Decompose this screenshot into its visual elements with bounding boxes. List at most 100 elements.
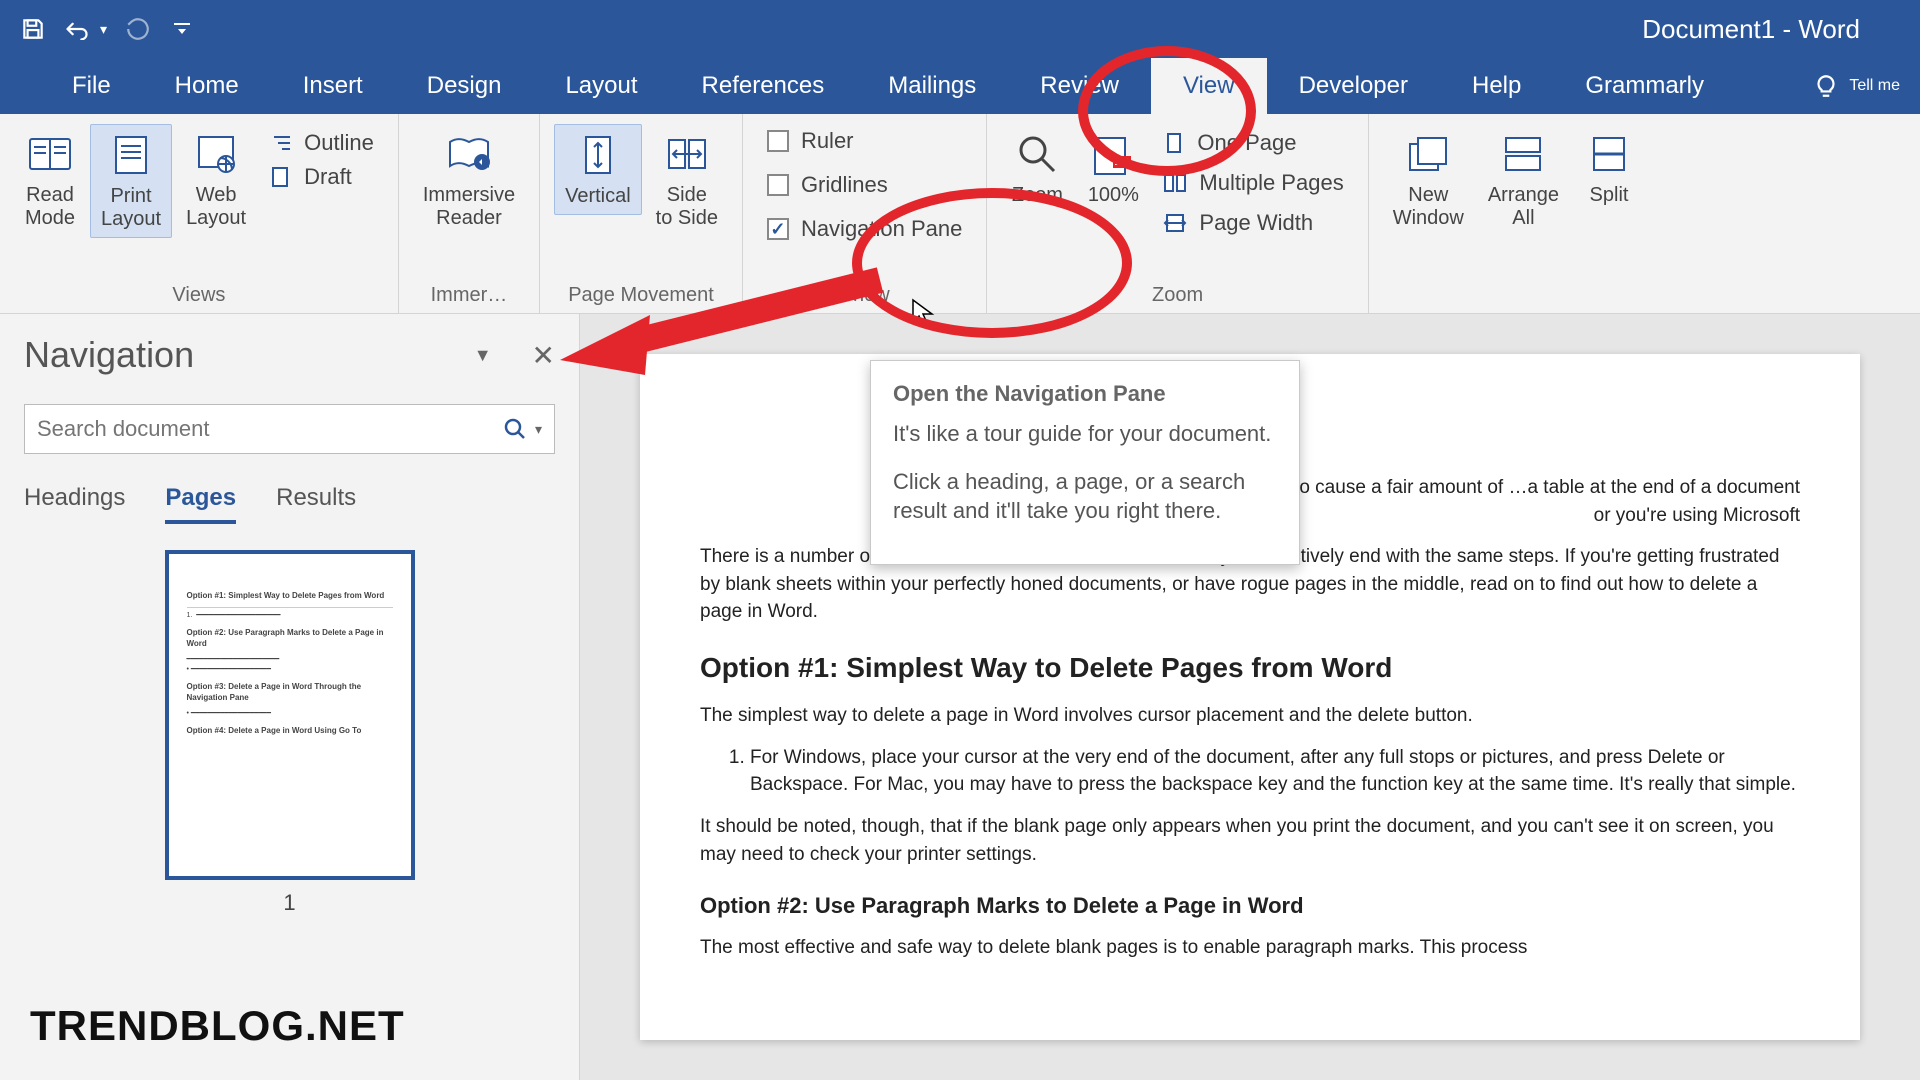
new-window-icon [1404, 130, 1452, 178]
arrange-all-icon [1499, 130, 1547, 178]
redo-icon[interactable] [125, 16, 151, 42]
zoom-button[interactable]: Zoom [1001, 124, 1073, 213]
print-layout-label: PrintLayout [101, 185, 161, 231]
ribbon: ReadMode PrintLayout WebLayout Outline D… [0, 114, 1920, 314]
one-page-label: One Page [1197, 130, 1296, 156]
new-window-button[interactable]: NewWindow [1383, 124, 1474, 236]
multiple-pages-icon [1163, 172, 1187, 194]
lightbulb-icon [1813, 73, 1839, 99]
read-mode-button[interactable]: ReadMode [14, 124, 86, 236]
group-page-movement-label: Page Movement [554, 278, 728, 307]
nav-tab-results[interactable]: Results [276, 484, 356, 524]
side-to-side-label: Sideto Side [656, 184, 718, 230]
tab-file[interactable]: File [40, 58, 143, 114]
group-views-label: Views [14, 278, 384, 307]
search-input[interactable] [37, 416, 503, 442]
tab-help[interactable]: Help [1440, 58, 1553, 114]
split-button[interactable]: Split [1573, 124, 1645, 213]
ruler-check-icon [767, 130, 789, 152]
page-thumbnail[interactable]: Option #1: Simplest Way to Delete Pages … [165, 550, 415, 880]
doc-paragraph: It should be noted, though, that if the … [700, 813, 1800, 868]
new-window-label: NewWindow [1393, 184, 1464, 230]
navigation-pane-check-icon [767, 218, 789, 240]
save-icon[interactable] [20, 16, 46, 42]
tooltip-line: Click a heading, a page, or a search res… [893, 467, 1277, 526]
draft-button[interactable]: Draft [270, 164, 374, 190]
tab-grammarly[interactable]: Grammarly [1553, 58, 1736, 114]
undo-dropdown-icon[interactable]: ▾ [100, 21, 107, 38]
draft-icon [270, 166, 292, 188]
print-layout-button[interactable]: PrintLayout [90, 124, 172, 238]
web-layout-label: WebLayout [186, 184, 246, 230]
one-page-icon [1163, 132, 1185, 154]
nav-close-icon[interactable]: ✕ [532, 339, 555, 372]
undo-icon[interactable] [64, 16, 90, 42]
tab-view[interactable]: View [1151, 58, 1267, 114]
search-dropdown-icon[interactable]: ▾ [535, 421, 542, 438]
ribbon-tabs: File Home Insert Design Layout Reference… [0, 58, 1920, 114]
tell-me[interactable]: Tell me [1813, 58, 1920, 114]
doc-paragraph: The most effective and safe way to delet… [700, 934, 1800, 962]
tab-references[interactable]: References [670, 58, 857, 114]
gridlines-checkbox[interactable]: Gridlines [767, 172, 962, 198]
tab-home[interactable]: Home [143, 58, 271, 114]
title-bar: ▾ Document1 - Word [0, 0, 1920, 58]
tab-design[interactable]: Design [395, 58, 534, 114]
side-to-side-button[interactable]: Sideto Side [646, 124, 728, 236]
navigation-pane: Navigation ▼ ✕ ▾ Headings Pages Results … [0, 314, 580, 1080]
search-icon[interactable] [503, 417, 527, 441]
group-views: ReadMode PrintLayout WebLayout Outline D… [0, 114, 399, 313]
doc-list-item: For Windows, place your cursor at the ve… [750, 744, 1800, 799]
immersive-reader-button[interactable]: ImmersiveReader [413, 124, 525, 236]
nav-tab-pages[interactable]: Pages [165, 484, 236, 524]
one-page-button[interactable]: One Page [1163, 130, 1343, 156]
tab-developer[interactable]: Developer [1267, 58, 1440, 114]
outline-label: Outline [304, 130, 374, 156]
zoom-100-button[interactable]: 100 100% [1077, 124, 1149, 213]
page-width-button[interactable]: Page Width [1163, 210, 1343, 236]
ruler-label: Ruler [801, 128, 854, 154]
zoom-100-icon: 100 [1089, 130, 1137, 178]
tooltip-line: It's like a tour guide for your document… [893, 419, 1277, 449]
gridlines-label: Gridlines [801, 172, 888, 198]
nav-tab-headings[interactable]: Headings [24, 484, 125, 524]
tab-insert[interactable]: Insert [271, 58, 395, 114]
nav-dropdown-icon[interactable]: ▼ [474, 345, 492, 366]
navigation-pane-label: Navigation Pane [801, 216, 962, 242]
customize-qat-icon[interactable] [169, 16, 195, 42]
navigation-pane-checkbox[interactable]: Navigation Pane [767, 216, 962, 242]
web-layout-button[interactable]: WebLayout [176, 124, 256, 236]
vertical-icon [574, 131, 622, 179]
group-show-label: Show [757, 278, 972, 307]
page-width-label: Page Width [1199, 210, 1313, 236]
doc-paragraph: The simplest way to delete a page in Wor… [700, 702, 1800, 730]
outline-icon [270, 132, 292, 154]
split-label: Split [1590, 184, 1629, 207]
arrange-all-label: ArrangeAll [1488, 184, 1559, 230]
group-window-label [1383, 301, 1645, 307]
group-zoom-label: Zoom [1001, 278, 1353, 307]
tab-mailings[interactable]: Mailings [856, 58, 1008, 114]
window-title: Document1 - Word [1642, 14, 1860, 45]
doc-heading: Option #1: Simplest Way to Delete Pages … [700, 648, 1800, 689]
vertical-button[interactable]: Vertical [554, 124, 642, 215]
web-layout-icon [192, 130, 240, 178]
zoom-100-label: 100% [1088, 184, 1139, 207]
navigation-title: Navigation [24, 334, 194, 376]
group-window: NewWindow ArrangeAll Split [1369, 114, 1659, 313]
immersive-reader-label: ImmersiveReader [423, 184, 515, 230]
tab-layout[interactable]: Layout [533, 58, 669, 114]
gridlines-check-icon [767, 174, 789, 196]
multiple-pages-button[interactable]: Multiple Pages [1163, 170, 1343, 196]
ruler-checkbox[interactable]: Ruler [767, 128, 962, 154]
page-width-icon [1163, 212, 1187, 234]
outline-button[interactable]: Outline [270, 130, 374, 156]
multiple-pages-label: Multiple Pages [1199, 170, 1343, 196]
watermark: TRENDBLOG.NET [30, 1002, 405, 1050]
read-mode-label: ReadMode [25, 184, 75, 230]
tab-review[interactable]: Review [1008, 58, 1151, 114]
side-to-side-icon [663, 130, 711, 178]
search-box[interactable]: ▾ [24, 404, 555, 454]
split-icon [1585, 130, 1633, 178]
arrange-all-button[interactable]: ArrangeAll [1478, 124, 1569, 236]
